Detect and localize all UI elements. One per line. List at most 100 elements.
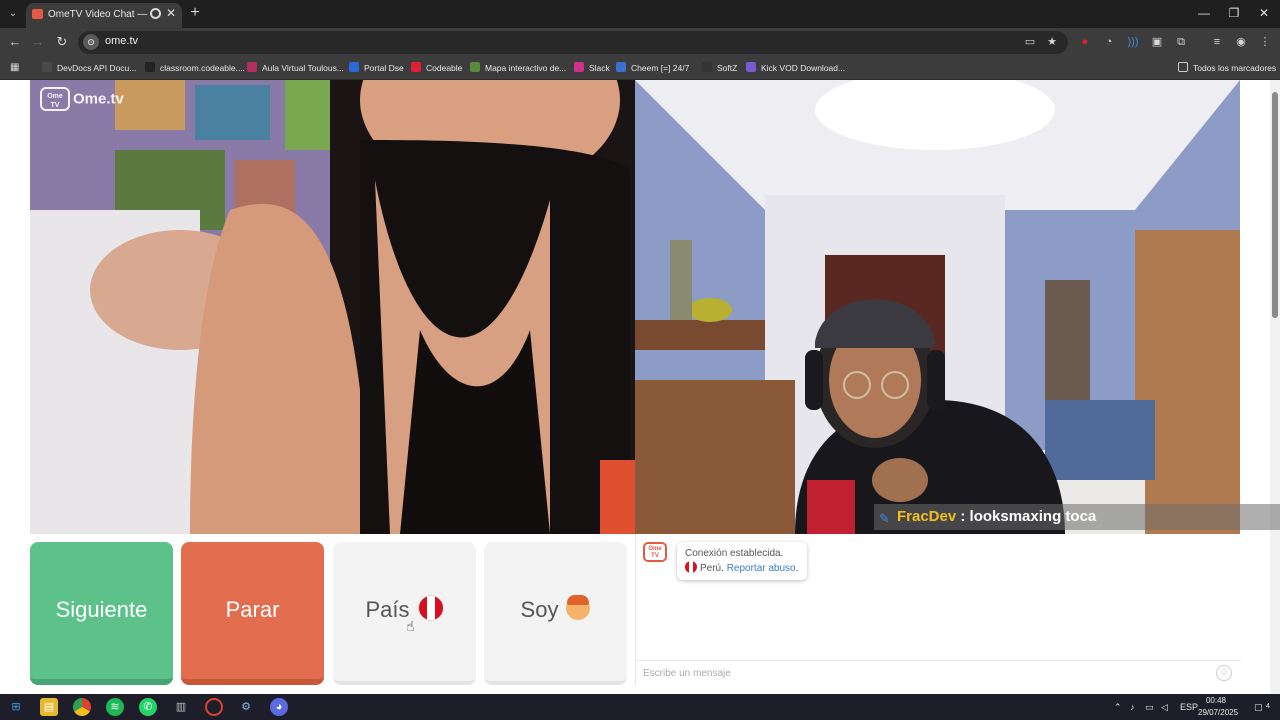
new-tab-button[interactable]: + bbox=[186, 3, 204, 23]
self-video-frame bbox=[635, 80, 1240, 534]
notification-count: 4 bbox=[1266, 703, 1270, 710]
menu-kebab-icon[interactable]: ⋮ bbox=[1257, 34, 1273, 50]
kick-icon bbox=[746, 62, 756, 72]
peru-flag-small-icon bbox=[685, 561, 697, 573]
spotify-icon[interactable]: ≋ bbox=[106, 698, 124, 716]
tab-search-icon[interactable]: ⌄ bbox=[4, 5, 22, 23]
extension-glasses-icon[interactable]: ◔ bbox=[1101, 34, 1117, 50]
classroom-icon bbox=[145, 62, 155, 72]
devdocs-icon bbox=[42, 62, 52, 72]
ometv-logo-badge: Ome TV bbox=[40, 87, 70, 111]
country-button-label: País bbox=[365, 597, 410, 622]
extension-audio-icon[interactable]: ))) bbox=[1125, 34, 1141, 50]
portal-dse-icon bbox=[349, 62, 359, 72]
report-abuse-link[interactable]: Reportar abuso bbox=[727, 563, 796, 574]
country-line: Perú. Reportar abuso. bbox=[685, 561, 799, 576]
whatsapp-icon[interactable]: ✆ bbox=[139, 698, 157, 716]
softz-icon bbox=[702, 62, 712, 72]
discord-icon[interactable]: ◕ bbox=[270, 698, 288, 716]
gender-button[interactable]: Soy bbox=[484, 542, 627, 685]
cast-icon[interactable]: ▭ bbox=[1022, 34, 1038, 50]
gender-button-label: Soy bbox=[520, 597, 559, 622]
chat-panel: Ome TV Conexión establecida. Perú. Report… bbox=[635, 534, 1241, 686]
bookmark-classroom[interactable]: classroom.codeable.... bbox=[145, 61, 245, 76]
tab-title: OmeTV Video Chat — Ome bbox=[48, 9, 148, 20]
windows-taskbar: ⊞ ▤ ≋ ✆ ▥ ⚙ ◕ ⌃ ♪ ▭ ◁ ESP 00:48 29/07/20… bbox=[0, 694, 1280, 720]
next-button[interactable]: Siguiente bbox=[30, 542, 173, 685]
scrollbar-thumb[interactable] bbox=[1272, 92, 1278, 318]
bookmark-aula-virtual[interactable]: Aula Virtual Toulous... bbox=[247, 61, 344, 76]
overlay-message: looksmaxing toca bbox=[969, 508, 1097, 525]
country-name: Perú. bbox=[700, 563, 724, 574]
report-suffix: . bbox=[795, 563, 799, 574]
profile-avatar-icon[interactable]: ◉ bbox=[1233, 34, 1249, 50]
network-icon[interactable]: ▭ bbox=[1145, 700, 1154, 714]
recorder-icon[interactable] bbox=[205, 698, 223, 716]
connection-status-text: Conexión establecida. bbox=[685, 548, 784, 559]
apps-grid-icon[interactable]: ▦ bbox=[10, 62, 22, 74]
app-store-icon[interactable]: ▥ bbox=[172, 698, 190, 716]
back-icon[interactable]: ← bbox=[6, 33, 24, 51]
bookmark-slack[interactable]: Slack bbox=[574, 61, 610, 76]
stop-button[interactable]: Parar bbox=[181, 542, 324, 685]
mouse-cursor-icon: ☝ bbox=[406, 618, 415, 634]
overlay-username: FracDev bbox=[897, 508, 957, 525]
bookmark-mapa-interactivo[interactable]: Mapa interactivo de... bbox=[470, 61, 566, 76]
connection-message: Conexión establecida. Perú. Reportar abu… bbox=[677, 542, 807, 580]
minimize-button[interactable]: — bbox=[1190, 4, 1218, 22]
browser-window: ⌄ OmeTV Video Chat — Ome ✕ + — ❐ ✕ ← → ↻… bbox=[0, 0, 1280, 720]
ometv-favicon-icon bbox=[32, 9, 43, 19]
all-bookmarks-folder[interactable]: Todos los marcadores bbox=[1178, 61, 1276, 76]
language-indicator[interactable]: ESP bbox=[1180, 700, 1198, 714]
emoji-smile-icon[interactable]: ☺ bbox=[1216, 665, 1232, 681]
extensions-puzzle-icon[interactable]: ⧉ bbox=[1173, 34, 1189, 50]
steam-icon[interactable]: ⚙ bbox=[237, 698, 255, 716]
country-button[interactable]: País bbox=[333, 542, 476, 685]
extension-record-icon[interactable]: ● bbox=[1077, 34, 1093, 50]
folder-icon bbox=[1178, 62, 1188, 72]
file-explorer-icon[interactable]: ▤ bbox=[40, 698, 58, 716]
tab-close-icon[interactable]: ✕ bbox=[166, 6, 176, 20]
peru-flag-icon bbox=[417, 595, 444, 621]
close-window-button[interactable]: ✕ bbox=[1250, 4, 1278, 22]
maximize-button[interactable]: ❐ bbox=[1220, 4, 1248, 22]
bookmark-devdocs[interactable]: DevDocs API Docu... bbox=[42, 61, 136, 76]
next-button-label: Siguiente bbox=[55, 597, 148, 622]
system-clock[interactable]: 00:48 29/07/2025 bbox=[1198, 695, 1238, 719]
bookmark-kick-vod[interactable]: Kick VOD Download... bbox=[746, 61, 845, 76]
bookmark-cheem[interactable]: Cheem [=] 24/7 bbox=[616, 61, 689, 76]
ometv-logo-text: Ome.tv bbox=[73, 90, 124, 108]
chat-input-bar[interactable]: Escribe un mensaje ☺ bbox=[636, 660, 1241, 686]
overlay-separator: : bbox=[960, 508, 966, 525]
windows-start-icon[interactable]: ⊞ bbox=[7, 698, 25, 716]
map-icon bbox=[470, 62, 480, 72]
bookmark-codeable[interactable]: Codeable bbox=[411, 61, 462, 76]
aula-virtual-icon bbox=[247, 62, 257, 72]
bookmark-star-icon[interactable]: ★ bbox=[1044, 34, 1060, 50]
ometv-chat-logo-icon: Ome TV bbox=[643, 542, 667, 562]
address-bar[interactable]: ⊙ ome.tv bbox=[78, 31, 1068, 54]
extension-screen-icon[interactable]: ▣ bbox=[1149, 34, 1165, 50]
chat-input-placeholder[interactable]: Escribe un mensaje bbox=[643, 668, 731, 679]
site-info-icon[interactable]: ⊙ bbox=[83, 34, 99, 50]
url-text[interactable]: ome.tv bbox=[105, 35, 138, 47]
reading-list-icon[interactable]: ≡ bbox=[1209, 34, 1225, 50]
bookmark-softz[interactable]: SoftZ bbox=[702, 61, 737, 76]
volume-icon[interactable]: ◁ bbox=[1161, 700, 1168, 714]
microphone-icon[interactable]: ♪ bbox=[1130, 700, 1135, 714]
self-video bbox=[635, 80, 1240, 534]
slack-icon bbox=[574, 62, 584, 72]
reload-icon[interactable]: ↻ bbox=[53, 33, 71, 51]
tab-ometv[interactable]: OmeTV Video Chat — Ome ✕ bbox=[26, 3, 182, 28]
notifications-icon[interactable]: ▢ bbox=[1254, 700, 1263, 714]
chrome-icon[interactable] bbox=[73, 698, 91, 716]
forward-icon[interactable]: → bbox=[29, 33, 47, 51]
pin-icon: ✎ bbox=[879, 511, 890, 526]
show-hidden-icons[interactable]: ⌃ bbox=[1114, 700, 1122, 714]
page-scrollbar[interactable] bbox=[1270, 80, 1280, 694]
cheem-icon bbox=[616, 62, 626, 72]
stream-chat-overlay: ✎ FracDev : looksmaxing toca bbox=[874, 504, 1280, 530]
bookmark-portal-dse[interactable]: Portal Dse bbox=[349, 61, 404, 76]
recording-icon bbox=[150, 8, 161, 19]
stranger-video: Ome TV Ome.tv bbox=[30, 80, 635, 534]
